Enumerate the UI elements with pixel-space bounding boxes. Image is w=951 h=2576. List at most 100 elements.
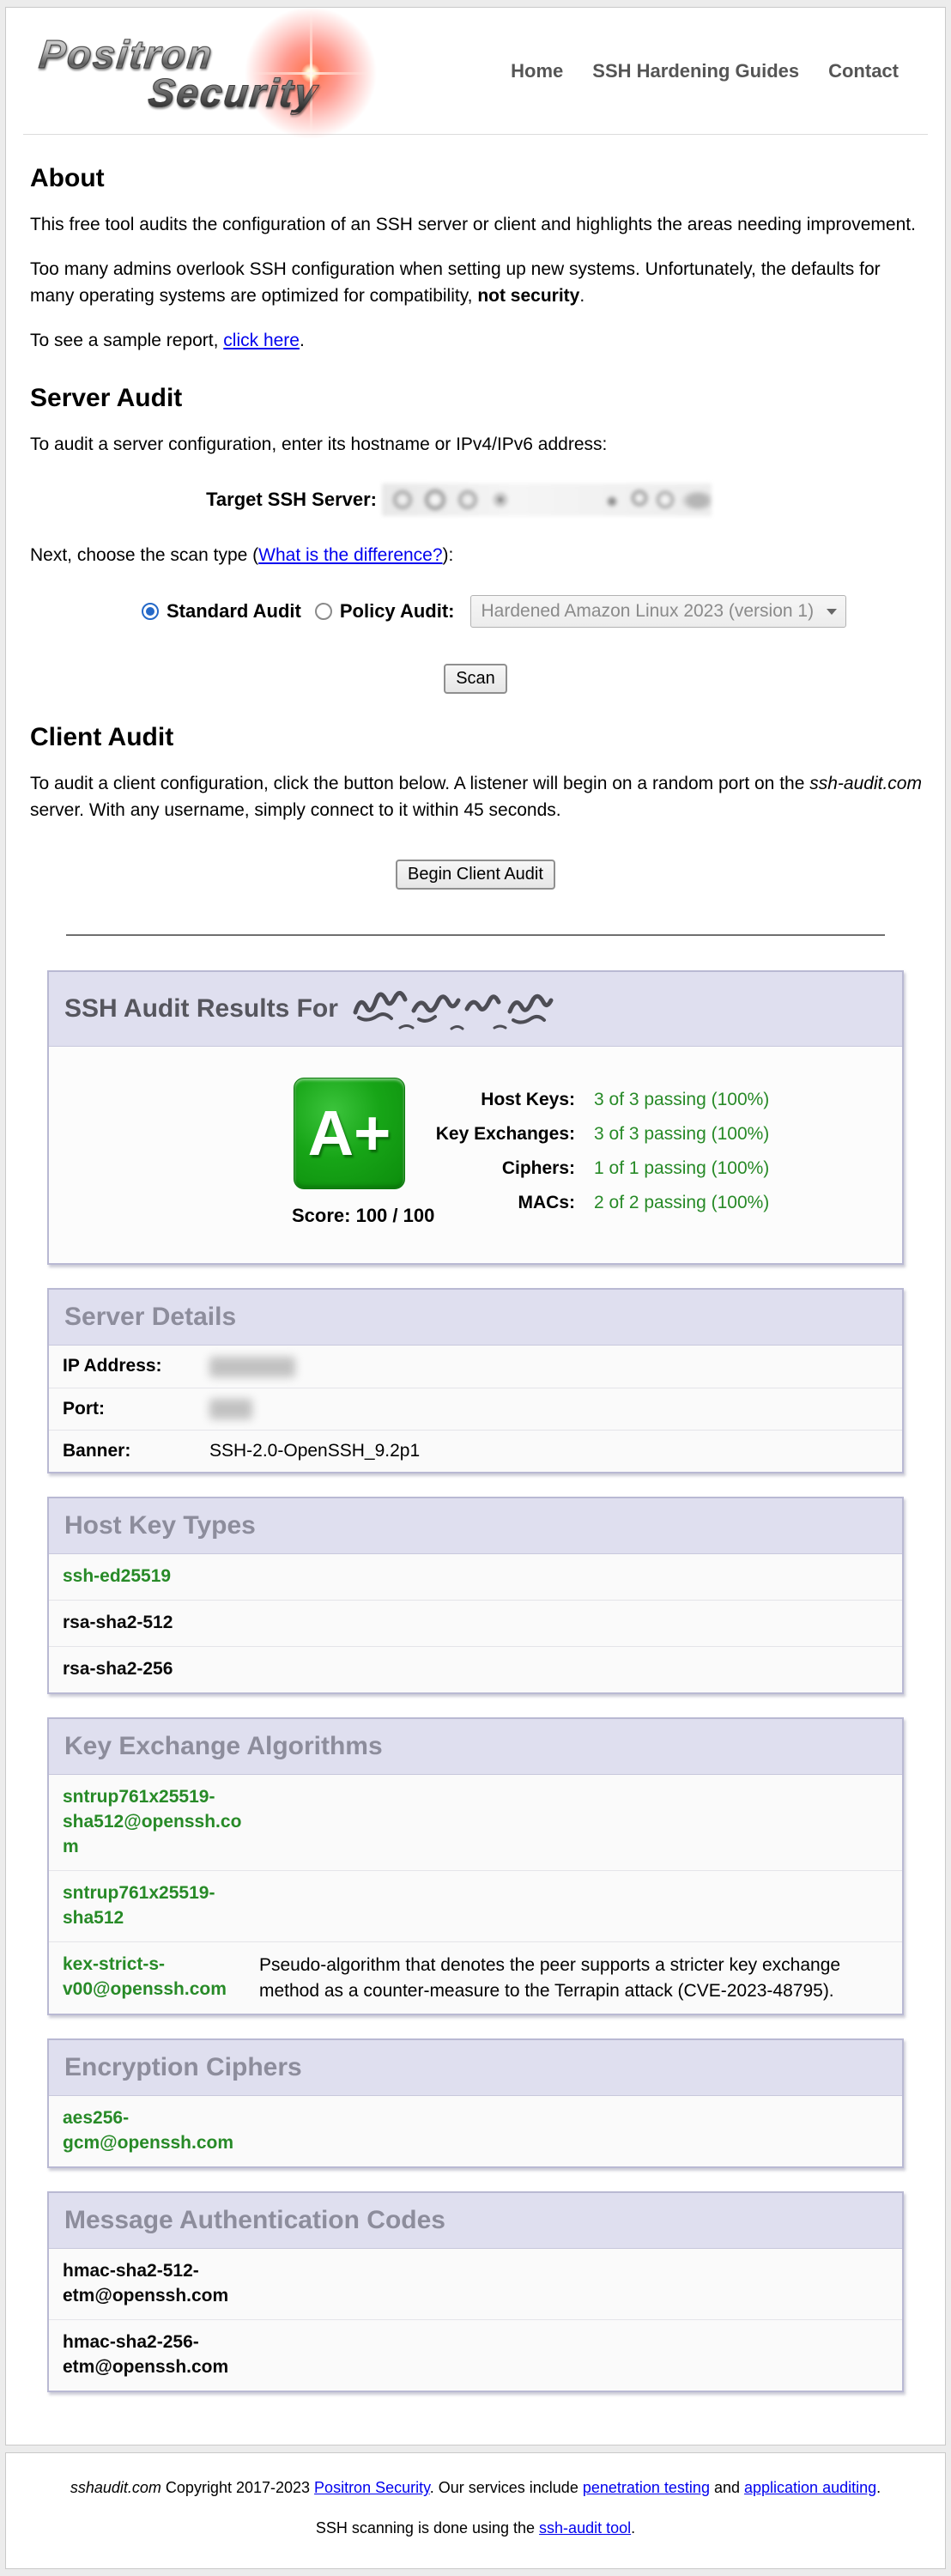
macs-box: Message Authentication Codes hmac-sha2-5… bbox=[47, 2191, 904, 2392]
key-exchange-header: Key Exchange Algorithms bbox=[49, 1719, 902, 1775]
section-divider bbox=[66, 934, 885, 936]
application-auditing-link[interactable]: application auditing bbox=[744, 2479, 876, 2496]
scan-type-difference-link[interactable]: What is the difference? bbox=[258, 545, 442, 565]
scan-type-end: ): bbox=[443, 545, 454, 565]
algorithm-row: aes256-gcm@openssh.com bbox=[49, 2096, 902, 2166]
footer-tool-period: . bbox=[631, 2519, 635, 2537]
target-server-row: Target SSH Server: bbox=[23, 483, 928, 516]
algorithm-name: rsa-sha2-256 bbox=[63, 1657, 247, 1682]
algorithm-row: rsa-sha2-512 bbox=[49, 1601, 902, 1647]
about-heading: About bbox=[30, 164, 928, 193]
stat-row: Ciphers: 1 of 1 passing (100%) bbox=[414, 1151, 769, 1186]
algorithm-row: ssh-ed25519 bbox=[49, 1554, 902, 1601]
footer-copyright-line: sshaudit.com Copyright 2017-2023 Positro… bbox=[15, 2479, 936, 2497]
scan-type-radio-row: Standard Audit Policy Audit: Hardened Am… bbox=[142, 595, 928, 628]
about-p2-text: Too many admins overlook SSH configurati… bbox=[30, 259, 881, 305]
algorithm-row: kex-strict-s-v00@openssh.com Pseudo-algo… bbox=[49, 1942, 902, 2014]
chevron-down-icon bbox=[827, 609, 837, 615]
key-exchange-box: Key Exchange Algorithms sntrup761x25519-… bbox=[47, 1717, 904, 2015]
detail-label: IP Address: bbox=[63, 1356, 198, 1376]
sample-report-link[interactable]: click here bbox=[223, 331, 300, 350]
algorithm-name: aes256-gcm@openssh.com bbox=[63, 2106, 247, 2156]
redacted-value-blur bbox=[209, 1357, 295, 1377]
stat-label: MACs: bbox=[414, 1186, 575, 1220]
encryption-ciphers-box: Encryption Ciphers aes256-gcm@openssh.co… bbox=[47, 2038, 904, 2168]
results-body: A+ Score: 100 / 100 Host Keys: 3 of 3 pa… bbox=[49, 1047, 902, 1263]
logo-line1: Positron bbox=[22, 35, 318, 74]
policy-audit-radio[interactable] bbox=[315, 603, 332, 620]
site-header: Positron Security Home SSH Hardening Gui… bbox=[23, 8, 928, 135]
stat-row: MACs: 2 of 2 passing (100%) bbox=[414, 1186, 769, 1220]
ssh-audit-tool-link[interactable]: ssh-audit tool bbox=[539, 2519, 631, 2537]
client-audit-end: server. With any username, simply connec… bbox=[30, 800, 561, 820]
footer-tool-text: SSH scanning is done using the bbox=[316, 2519, 539, 2537]
footer-copyright-text: Copyright 2017-2023 bbox=[161, 2479, 314, 2496]
algorithm-name: kex-strict-s-v00@openssh.com bbox=[63, 1953, 247, 2002]
stat-label: Ciphers: bbox=[414, 1151, 575, 1186]
about-p2-end: . bbox=[579, 286, 585, 306]
stat-value: 3 of 3 passing (100%) bbox=[575, 1117, 769, 1151]
footer-period: . bbox=[876, 2479, 881, 2496]
nav-link[interactable]: Contact bbox=[828, 60, 899, 82]
client-audit-section: Client Audit To audit a client configura… bbox=[23, 723, 928, 890]
scan-button[interactable]: Scan bbox=[444, 664, 507, 694]
target-server-label: Target SSH Server: bbox=[23, 489, 377, 511]
standard-audit-radio[interactable] bbox=[142, 603, 159, 620]
algorithm-name: sntrup761x25519-sha512 bbox=[63, 1881, 247, 1931]
ssh-audit-results-box: SSH Audit Results For bbox=[47, 970, 904, 1265]
algorithm-name: hmac-sha2-512-etm@openssh.com bbox=[63, 2259, 247, 2309]
stats-column: Host Keys: 3 of 3 passing (100%) Key Exc… bbox=[414, 1078, 769, 1227]
client-audit-heading: Client Audit bbox=[30, 723, 928, 752]
logo-text: Positron Security bbox=[18, 11, 320, 112]
detail-label: Port: bbox=[63, 1399, 198, 1419]
about-p2-bold: not security bbox=[477, 286, 579, 306]
key-exchange-rows: sntrup761x25519-sha512@openssh.com sntru… bbox=[49, 1775, 902, 2014]
server-detail-row: Banner: SSH-2.0-OpenSSH_9.2p1 bbox=[49, 1431, 902, 1472]
detail-value bbox=[198, 1399, 888, 1419]
policy-select-value: Hardened Amazon Linux 2023 (version 1) bbox=[482, 601, 815, 622]
main-content-card: Positron Security Home SSH Hardening Gui… bbox=[5, 7, 946, 2445]
server-audit-section: Server Audit To audit a server configura… bbox=[23, 384, 928, 694]
footer-and-text: and bbox=[710, 2479, 744, 2496]
begin-client-audit-button[interactable]: Begin Client Audit bbox=[396, 860, 555, 890]
algorithm-name: ssh-ed25519 bbox=[63, 1564, 247, 1589]
algorithm-row: sntrup761x25519-sha512@openssh.com bbox=[49, 1775, 902, 1871]
positron-security-link[interactable]: Positron Security bbox=[314, 2479, 430, 2496]
sample-report-end: . bbox=[300, 331, 305, 350]
policy-select[interactable]: Hardened Amazon Linux 2023 (version 1) bbox=[470, 595, 846, 628]
algorithm-row: hmac-sha2-256-etm@openssh.com bbox=[49, 2320, 902, 2391]
cipher-rows: aes256-gcm@openssh.com bbox=[49, 2096, 902, 2166]
algorithm-row: hmac-sha2-512-etm@openssh.com bbox=[49, 2249, 902, 2320]
server-audit-intro: To audit a server configuration, enter i… bbox=[30, 432, 928, 458]
standard-audit-label[interactable]: Standard Audit bbox=[167, 600, 301, 623]
footer-card: sshaudit.com Copyright 2017-2023 Positro… bbox=[5, 2452, 946, 2569]
footer-site-name: sshaudit.com bbox=[70, 2479, 161, 2496]
detail-label: Banner: bbox=[63, 1441, 198, 1461]
about-paragraph-1: This free tool audits the configuration … bbox=[30, 212, 928, 238]
stat-label: Key Exchanges: bbox=[414, 1117, 575, 1151]
penetration-testing-link[interactable]: penetration testing bbox=[583, 2479, 710, 2496]
policy-audit-label[interactable]: Policy Audit: bbox=[340, 600, 455, 623]
nav-link[interactable]: Home bbox=[511, 60, 563, 82]
mac-rows: hmac-sha2-512-etm@openssh.com hmac-sha2-… bbox=[49, 2249, 902, 2391]
results-title: SSH Audit Results For bbox=[64, 994, 338, 1024]
logo-line2: Security bbox=[18, 74, 314, 112]
host-key-types-box: Host Key Types ssh-ed25519 rsa-sha2-512 … bbox=[47, 1497, 904, 1694]
algorithm-name: sntrup761x25519-sha512@openssh.com bbox=[63, 1785, 247, 1860]
footer-services-text: . Our services include bbox=[430, 2479, 583, 2496]
stat-value: 2 of 2 passing (100%) bbox=[575, 1186, 769, 1220]
client-audit-paragraph: To audit a client configuration, click t… bbox=[30, 771, 928, 823]
scan-type-line: Next, choose the scan type (What is the … bbox=[30, 545, 928, 566]
algorithm-note: Pseudo-algorithm that denotes the peer s… bbox=[247, 1953, 888, 2004]
footer-tool-line: SSH scanning is done using the ssh-audit… bbox=[15, 2519, 936, 2537]
stat-label: Host Keys: bbox=[414, 1083, 575, 1117]
server-details-header: Server Details bbox=[49, 1290, 902, 1346]
client-audit-text: To audit a client configuration, click t… bbox=[30, 774, 809, 793]
detail-value bbox=[198, 1356, 888, 1376]
target-ssh-server-input[interactable] bbox=[382, 483, 712, 516]
stat-value: 1 of 1 passing (100%) bbox=[575, 1151, 769, 1186]
positron-security-logo[interactable]: Positron Security bbox=[23, 11, 384, 131]
stat-value: 3 of 3 passing (100%) bbox=[575, 1083, 769, 1117]
nav-link[interactable]: SSH Hardening Guides bbox=[592, 60, 799, 82]
client-audit-domain: ssh-audit.com bbox=[809, 774, 922, 793]
